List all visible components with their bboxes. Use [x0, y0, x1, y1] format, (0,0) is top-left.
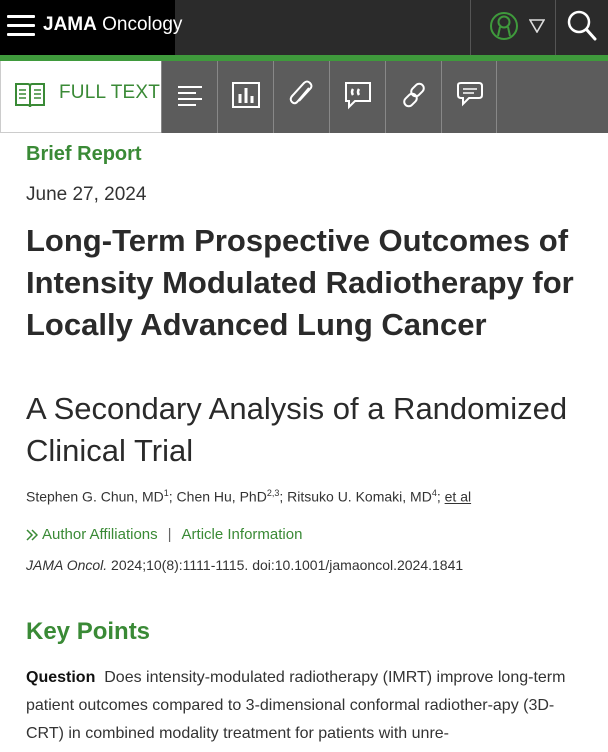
et-al-link[interactable]: et al [445, 489, 471, 505]
citation-details: 2024;10(8):1111-1115. doi:10.1001/jamaon… [107, 557, 464, 573]
question-label: Question [26, 669, 96, 686]
author-separator: ; [436, 488, 445, 505]
tab-link[interactable] [385, 61, 441, 133]
article-information-link[interactable]: Article Information [182, 526, 303, 543]
book-icon [15, 83, 45, 108]
author-name[interactable]: Ritsuko U. Komaki, MD [287, 489, 432, 505]
author-affiliations-link[interactable]: Author Affiliations [42, 526, 158, 543]
question-text: Does intensity-modulated radiotherapy (I… [26, 669, 566, 742]
tab-quotes[interactable] [329, 61, 385, 133]
tab-outline[interactable] [161, 61, 217, 133]
attachments-icon [289, 80, 313, 105]
menu-icon[interactable] [7, 15, 35, 37]
journal-logo-rest: Oncology [96, 14, 183, 35]
tab-figures[interactable] [217, 61, 273, 133]
search-button[interactable] [556, 0, 608, 55]
figures-icon [232, 82, 260, 108]
top-navigation-bar: JAMA Oncology [0, 0, 608, 55]
journal-logo[interactable]: JAMA Oncology [43, 14, 182, 36]
comments-icon [457, 82, 483, 107]
double-chevron-right-icon [26, 528, 38, 541]
tab-attachments[interactable] [273, 61, 329, 133]
citation-journal: JAMA Oncol. [26, 557, 108, 573]
author-separator: ; [279, 488, 288, 505]
tab-comments[interactable] [441, 61, 497, 133]
brand-area: JAMA Oncology [0, 0, 182, 55]
article-title: Long-Term Prospective Outcomes of Intens… [26, 223, 574, 342]
link-icon [403, 82, 425, 108]
publication-date: June 27, 2024 [26, 184, 147, 205]
caret-down-icon [529, 19, 545, 33]
article-subtitle: A Secondary Analysis of a Randomized Cli… [26, 391, 568, 468]
search-icon [567, 10, 597, 41]
author-name[interactable]: Stephen G. Chun, MD [26, 489, 164, 505]
key-points-heading: Key Points [26, 618, 151, 645]
citation: JAMA Oncol. 2024;10(8):1111-1115. doi:10… [26, 557, 463, 573]
key-points-question: Question Does intensity-modulated radiot… [26, 664, 581, 748]
author-list: Stephen G. Chun, MD1; Chen Hu, PhD2,3; R… [26, 488, 471, 505]
article-toolbar: FULL TEXT [0, 61, 608, 133]
author-name[interactable]: Chen Hu, PhD [177, 489, 267, 505]
journal-logo-bold: JAMA [43, 14, 97, 35]
tab-full-text-label: FULL TEXT [59, 82, 161, 103]
author-separator: ; [168, 488, 177, 505]
user-icon [490, 12, 518, 40]
article-type: Brief Report [26, 143, 142, 165]
affiliation-links: Author Affiliations | Article Informatio… [26, 526, 302, 543]
account-button[interactable] [470, 0, 556, 55]
author-affiliation-number: 2,3 [266, 488, 280, 498]
quotes-icon [345, 82, 371, 110]
link-separator: | [167, 526, 172, 543]
tab-full-text[interactable]: FULL TEXT [0, 61, 161, 133]
outline-icon [178, 86, 202, 106]
